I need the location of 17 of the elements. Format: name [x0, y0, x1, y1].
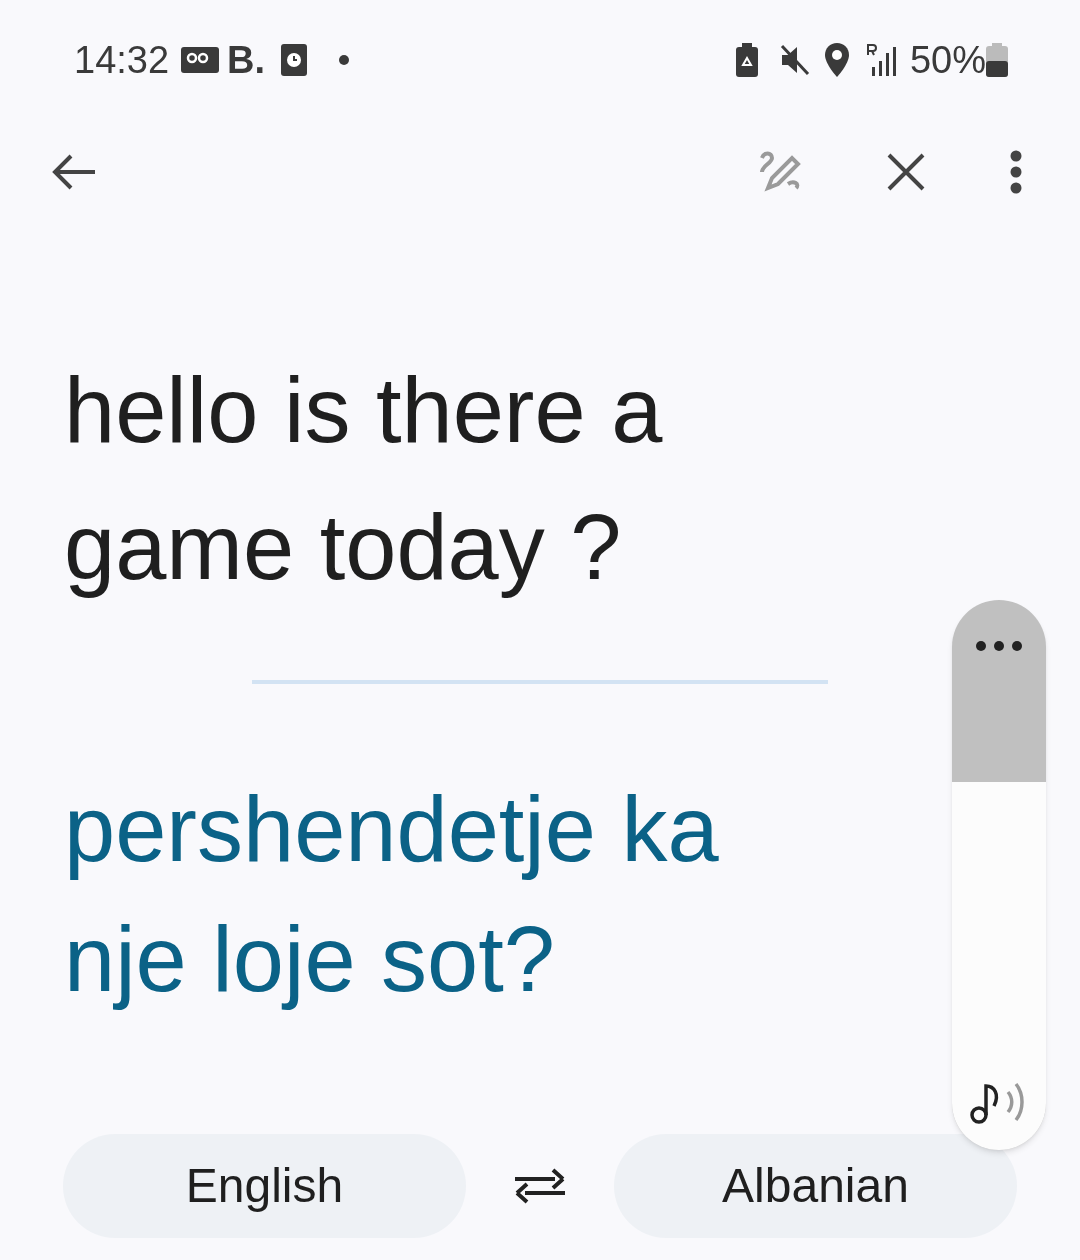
more-button[interactable] [1008, 149, 1024, 195]
battery-percent: 50% [909, 37, 986, 83]
clock-icon [281, 44, 308, 76]
location-icon [823, 43, 850, 77]
translation-text: pershendetje ka nje loje sot? [64, 777, 720, 1012]
dot-icon [339, 55, 350, 65]
more-icon [975, 640, 1023, 652]
signal-icon [865, 43, 898, 77]
battery-icon [986, 43, 1008, 77]
source-language-button[interactable]: English [63, 1134, 466, 1238]
source-text: hello is there a game today ? [64, 358, 664, 600]
volume-slider[interactable] [952, 600, 1046, 1150]
carrier-label: B. [227, 37, 266, 83]
target-language-button[interactable]: Albanian [614, 1134, 1017, 1238]
status-time: 14:32 [74, 37, 170, 83]
voicemail-icon [181, 45, 220, 75]
battery-saver-icon [735, 43, 758, 77]
